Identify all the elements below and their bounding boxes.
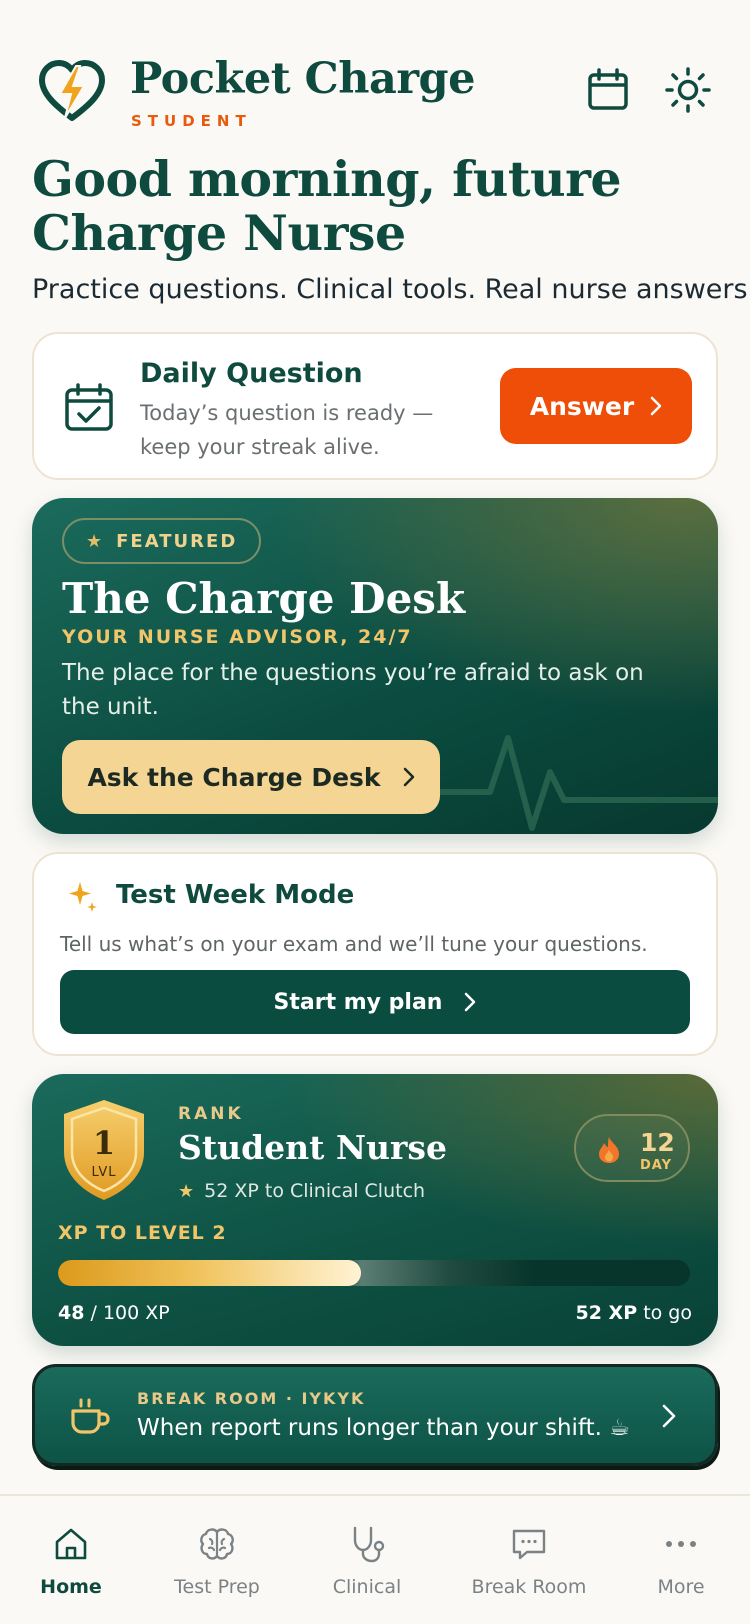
chevron-right-icon	[403, 767, 414, 787]
break-room-text: When report runs longer than your shift.…	[137, 1415, 630, 1441]
xp-progress-bar	[58, 1260, 690, 1286]
home-icon	[55, 1528, 87, 1560]
featured-badge: ★ FEATURED	[62, 518, 262, 564]
break-room-label: BREAK ROOM · IYKYK	[137, 1389, 366, 1408]
heartbeat-pulse-icon	[432, 735, 718, 831]
rank-next-text: 52 XP to Clinical Clutch	[204, 1180, 426, 1202]
chevron-right-icon	[650, 396, 662, 416]
break-room-banner[interactable]: BREAK ROOM · IYKYK When report runs long…	[32, 1364, 718, 1466]
test-week-card: Test Week Mode Tell us what’s on your ex…	[32, 852, 718, 1056]
xp-remaining-suffix: to go	[643, 1302, 692, 1324]
more-dots-icon	[666, 1541, 696, 1547]
sun-icon	[665, 67, 711, 113]
ask-charge-desk-button[interactable]: Ask the Charge Desk	[62, 740, 440, 814]
greeting-title: Good morning, future Charge Nurse	[32, 150, 622, 262]
featured-description: The place for the questions you’re afrai…	[62, 660, 644, 720]
rank-label: RANK	[178, 1104, 244, 1124]
xp-label: XP TO LEVEL 2	[58, 1222, 227, 1244]
chevron-right-icon	[465, 992, 476, 1012]
tab-home-label: Home	[40, 1576, 102, 1598]
brand-name: Pocket Charge	[130, 54, 475, 104]
tab-home[interactable]: Home	[0, 1524, 146, 1604]
rank-name: Student Nurse	[178, 1128, 447, 1167]
bottom-tab-bar: Home Test Prep Clinical Break Room More	[0, 1494, 750, 1624]
calendar-check-icon	[65, 383, 113, 431]
brain-icon	[200, 1528, 234, 1560]
tab-test-prep-label: Test Prep	[174, 1576, 260, 1598]
streak-pill[interactable]: 12 DAY	[574, 1114, 690, 1182]
daily-question-title: Daily Question	[140, 358, 363, 389]
flame-icon	[599, 1137, 619, 1163]
tab-more-label: More	[657, 1576, 705, 1598]
xp-remaining-value: 52 XP	[575, 1302, 638, 1324]
daily-question-card: Daily Question Today’s question is ready…	[32, 332, 718, 480]
test-week-title: Test Week Mode	[116, 880, 355, 910]
start-plan-button[interactable]: Start my plan	[60, 970, 690, 1034]
xp-remaining: 52 XP to go	[576, 1302, 693, 1324]
level-shield-icon: 1 LVL	[64, 1100, 144, 1200]
streak-count: 12	[640, 1128, 675, 1157]
featured-badge-label: FEATURED	[116, 530, 238, 552]
stethoscope-icon	[353, 1526, 385, 1563]
featured-charge-desk-card: ★ FEATURED The Charge Desk YOUR NURSE AD…	[32, 498, 718, 834]
test-week-description: Tell us what’s on your exam and we’ll tu…	[60, 932, 648, 956]
featured-title: The Charge Desk	[62, 574, 466, 623]
xp-progress-fill	[58, 1260, 362, 1286]
tab-break-room-label: Break Room	[471, 1576, 587, 1598]
rank-next-milestone: ★ 52 XP to Clinical Clutch	[178, 1180, 425, 1202]
daily-question-description: Today’s question is ready — keep your st…	[140, 401, 434, 459]
calendar-icon	[588, 68, 628, 110]
heart-bolt-logo-icon	[39, 60, 105, 121]
greeting-tagline: Practice questions. Clinical tools. Real…	[32, 274, 750, 305]
chevron-right-icon	[662, 1404, 676, 1428]
rank-card: 1 LVL RANK Student Nurse ★ 52 XP to Clin…	[32, 1074, 718, 1346]
answer-button[interactable]: Answer	[500, 368, 692, 444]
tab-clinical[interactable]: Clinical	[292, 1524, 442, 1604]
coffee-cup-icon	[71, 1398, 110, 1434]
tab-test-prep[interactable]: Test Prep	[142, 1524, 292, 1604]
tab-break-room[interactable]: Break Room	[454, 1524, 604, 1604]
xp-total: / 100 XP	[90, 1302, 170, 1324]
theme-toggle-button[interactable]	[660, 62, 716, 118]
ask-charge-desk-label: Ask the Charge Desk	[87, 762, 381, 792]
featured-subtitle: YOUR NURSE ADVISOR, 24/7	[62, 626, 413, 648]
brand-subtitle: STUDENT	[131, 112, 252, 130]
start-plan-label: Start my plan	[273, 989, 443, 1015]
answer-button-label: Answer	[529, 391, 635, 421]
star-icon: ★	[178, 1180, 195, 1202]
sparkle-icon	[69, 882, 97, 912]
tab-clinical-label: Clinical	[332, 1576, 402, 1598]
level-unit: LVL	[92, 1165, 117, 1180]
calendar-button[interactable]	[580, 62, 636, 118]
xp-current: 48 / 100 XP	[58, 1302, 170, 1324]
xp-current-value: 48	[58, 1302, 85, 1324]
level-number: 1	[93, 1124, 115, 1162]
app-header: Pocket Charge STUDENT	[0, 0, 750, 150]
tab-more[interactable]: More	[606, 1524, 750, 1604]
streak-unit: DAY	[640, 1158, 673, 1173]
chat-bubble-icon	[512, 1529, 546, 1560]
star-icon: ★	[86, 530, 105, 552]
